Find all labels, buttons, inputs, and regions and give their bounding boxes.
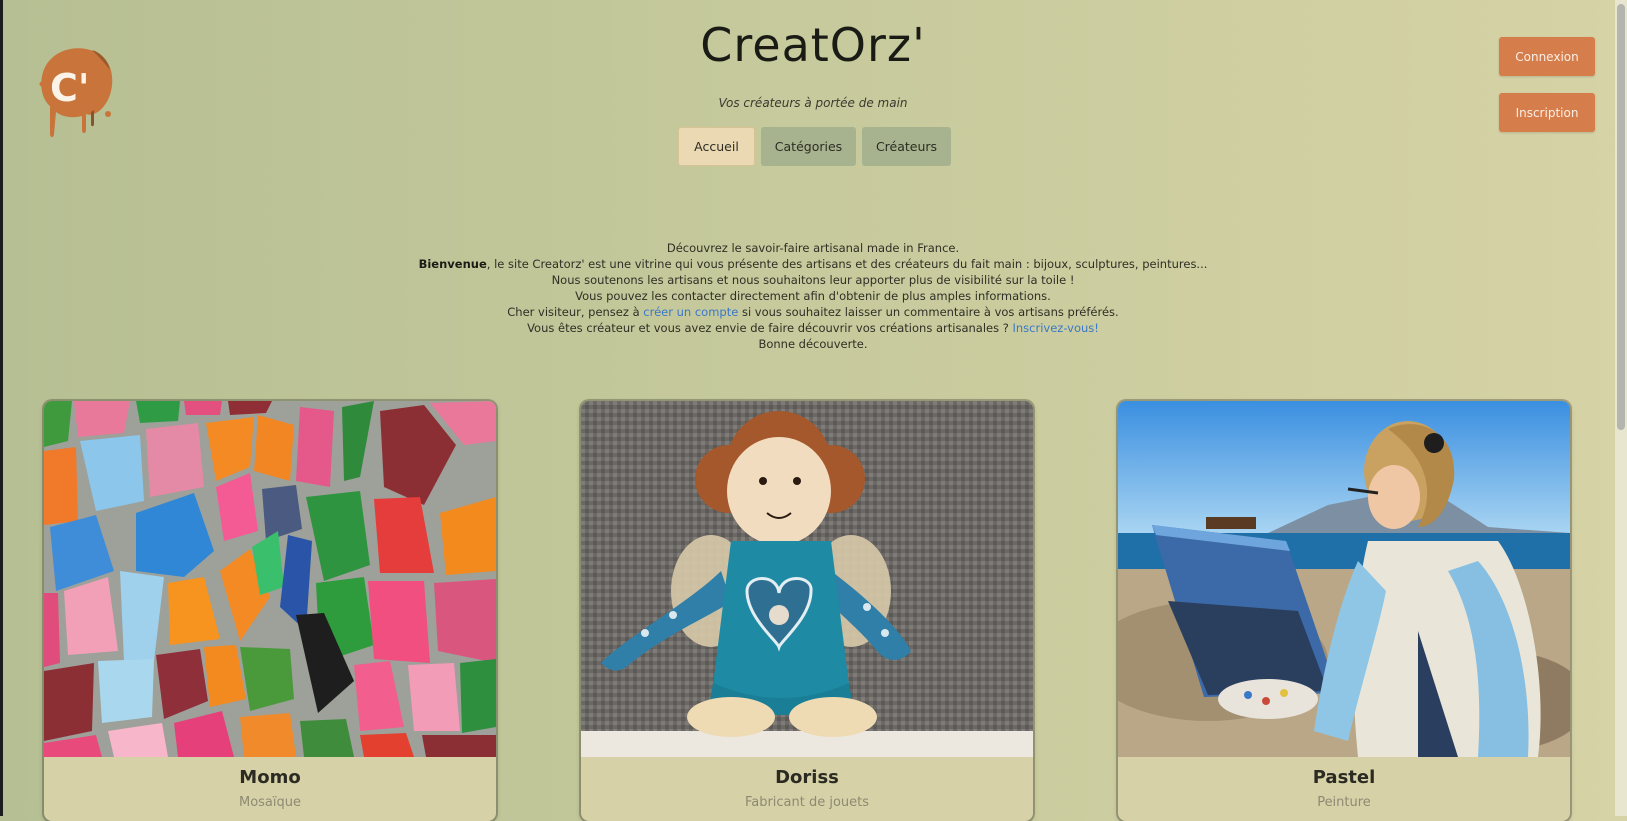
intro-text-segment: si vous souhaitez laisser un commentaire… [738, 305, 1119, 319]
signup-link[interactable]: Inscrivez-vous! [1013, 321, 1099, 335]
tab-createurs[interactable]: Créateurs [862, 127, 951, 166]
creator-name: Doriss [775, 767, 839, 788]
intro-line-rest: , le site Creatorz' est une vitrine qui … [486, 257, 1208, 271]
tab-accueil[interactable]: Accueil [678, 127, 755, 166]
site-logo[interactable]: C' [34, 44, 116, 144]
intro-line: Cher visiteur, pensez à créer un compte … [363, 304, 1263, 320]
login-button[interactable]: Connexion [1499, 37, 1595, 76]
site-subtitle: Vos créateurs à portée de main [718, 96, 908, 110]
creator-category: Peinture [1317, 795, 1371, 810]
intro-text-segment: Vous êtes créateur et vous avez envie de… [527, 321, 1013, 335]
intro-line: Bienvenue, le site Creatorz' est une vit… [363, 256, 1263, 272]
create-account-link[interactable]: créer un compte [643, 305, 738, 319]
creator-card-momo[interactable]: Momo Mosaïque [44, 401, 496, 821]
scrollbar-thumb[interactable] [1617, 4, 1625, 430]
window-edge [0, 0, 3, 816]
intro-text: Découvrez le savoir-faire artisanal made… [363, 240, 1263, 352]
site-title: CreatOrz' [700, 18, 926, 72]
intro-line: Nous soutenons les artisans et nous souh… [551, 273, 1075, 287]
creator-name: Momo [239, 767, 301, 788]
tab-categories[interactable]: Catégories [761, 127, 856, 166]
intro-text-segment: Cher visiteur, pensez à [507, 305, 644, 319]
signup-button[interactable]: Inscription [1499, 93, 1595, 132]
intro-line: Découvrez le savoir-faire artisanal made… [666, 241, 960, 255]
mosaic-image [44, 401, 496, 757]
creator-name: Pastel [1312, 767, 1376, 788]
creator-card-doriss[interactable]: Doriss Fabricant de jouets [581, 401, 1033, 821]
logo-text: C' [50, 66, 90, 110]
intro-line: Vous pouvez les contacter directement af… [575, 289, 1051, 303]
intro-line: Bonne découverte. [758, 337, 868, 351]
doll-image [581, 401, 1033, 757]
intro-line: Vous êtes créateur et vous avez envie de… [363, 320, 1263, 336]
creator-category: Fabricant de jouets [744, 795, 870, 810]
welcome-bold: Bienvenue [418, 257, 487, 271]
scrollbar[interactable] [1615, 0, 1627, 816]
creator-category: Mosaïque [238, 795, 301, 810]
painter-image [1118, 401, 1570, 757]
creator-card-pastel[interactable]: Pastel Peinture [1118, 401, 1570, 821]
